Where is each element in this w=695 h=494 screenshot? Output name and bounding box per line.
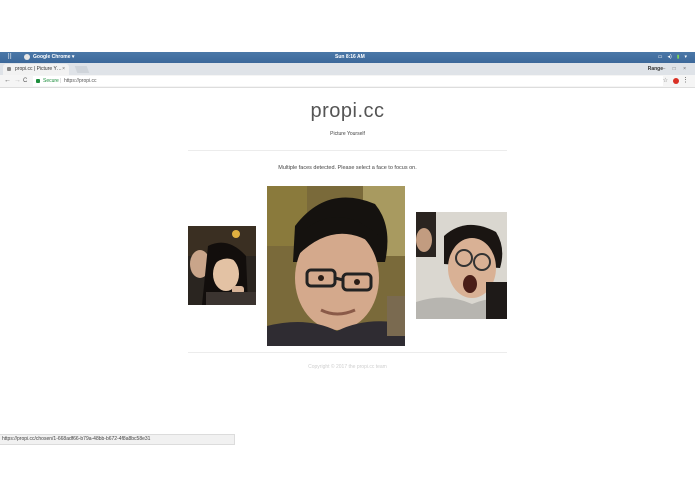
chrome-logo-icon [24, 54, 30, 60]
favicon-icon [7, 67, 11, 71]
instruction-text: Multiple faces detected. Please select a… [278, 165, 417, 171]
new-tab-button[interactable] [74, 66, 90, 73]
face-photo-center [267, 186, 405, 346]
lock-icon [36, 79, 40, 83]
tab-strip: propi.cc | Picture Y… × Range – □ × [0, 63, 695, 75]
volume-icon[interactable]: ◂) [668, 52, 672, 63]
face-option-left[interactable] [188, 226, 256, 305]
apps-grid-icon[interactable]: ⠿ [7, 52, 12, 63]
face-option-center[interactable] [267, 186, 405, 346]
secure-label: Secure [43, 78, 59, 84]
battery-icon[interactable]: ▮ [677, 52, 680, 63]
display-icon[interactable]: ▭ [658, 52, 663, 63]
extension-icon[interactable] [673, 78, 679, 84]
divider-bottom [188, 352, 507, 353]
tagline: Picture Yourself [330, 131, 365, 137]
app-menu[interactable]: Google Chrome ▾ [33, 52, 74, 63]
face-photo-right [416, 212, 507, 319]
face-option-right[interactable] [416, 212, 507, 319]
url-separator: | [60, 78, 62, 84]
reload-button[interactable]: C [23, 75, 27, 87]
toolbar: ← → C Secure | https://propi.cc ☆ ⋮ [0, 75, 695, 88]
system-tray: ▭ ◂) ▮ ▾ [658, 52, 687, 63]
url-text: https://propi.cc [64, 78, 97, 84]
copyright-footer: Copyright © 2017 the propi.cc team [308, 364, 387, 370]
tab-title: propi.cc | Picture Y… [15, 66, 62, 72]
divider-top [188, 150, 507, 151]
bookmark-star-icon[interactable]: ☆ [663, 75, 668, 87]
tab-propi[interactable]: propi.cc | Picture Y… × [3, 64, 69, 75]
browser-menu-icon[interactable]: ⋮ [682, 75, 689, 87]
window-controls[interactable]: – □ × [663, 63, 690, 75]
address-input[interactable]: Secure | https://propi.cc [33, 76, 663, 86]
face-photo-left [188, 226, 256, 305]
clock[interactable]: Sun 8:16 AM [335, 52, 365, 63]
profile-button[interactable]: Range [648, 63, 663, 75]
os-top-panel: ⠿ Google Chrome ▾ Sun 8:16 AM ▭ ◂) ▮ ▾ [0, 52, 695, 63]
status-bar-link-preview: https://propi.cc/chosen/1-668adf66-b79a-… [0, 434, 235, 445]
tab-close-icon[interactable]: × [62, 64, 65, 75]
forward-button[interactable]: → [14, 75, 21, 87]
site-title: propi.cc [310, 100, 385, 122]
back-button[interactable]: ← [4, 75, 11, 87]
power-menu-icon[interactable]: ▾ [684, 52, 687, 63]
